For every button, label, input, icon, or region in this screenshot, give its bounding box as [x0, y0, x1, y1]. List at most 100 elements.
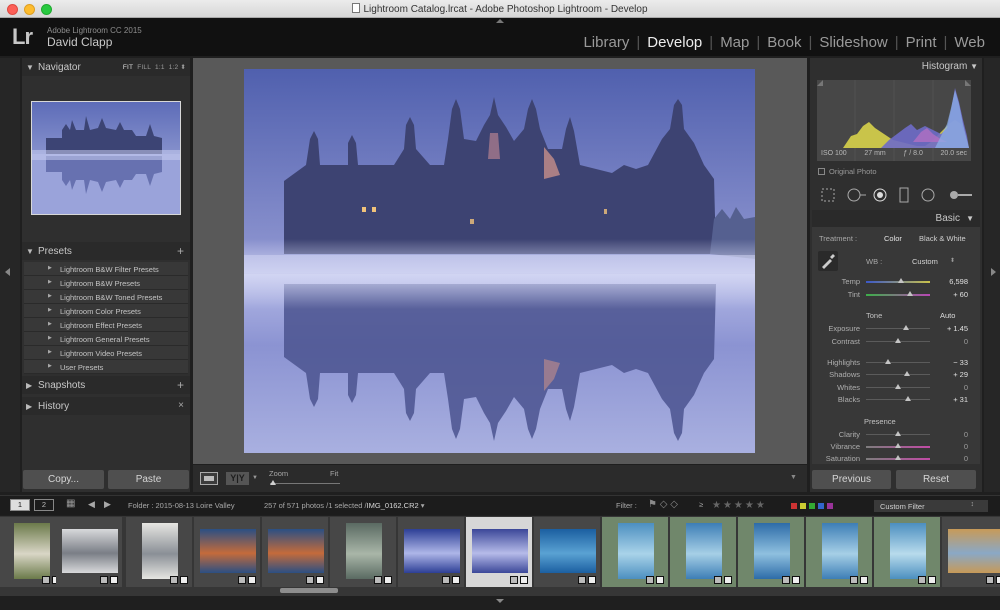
module-book[interactable]: Book [760, 34, 808, 51]
reset-button[interactable]: Reset [896, 470, 976, 489]
shadows-value[interactable]: + 29 [953, 370, 968, 379]
custom-filter-dropdown[interactable]: Custom Filter [874, 500, 988, 512]
clarity-slider-thumb[interactable] [895, 431, 901, 436]
vibrance-value[interactable]: 0 [964, 442, 968, 451]
loupe-view-icon[interactable] [200, 472, 218, 485]
before-after-dropdown-icon[interactable]: ▼ [252, 475, 258, 481]
color-label-swatch[interactable] [791, 503, 797, 509]
blacks-slider-thumb[interactable] [905, 396, 912, 401]
module-slideshow[interactable]: Slideshow [812, 34, 894, 51]
exposure-slider-thumb[interactable] [902, 325, 909, 330]
module-print[interactable]: Print [899, 34, 944, 51]
folder-source[interactable]: Folder : 2015-08-13 Loire Valley [128, 501, 235, 510]
preset-folder[interactable]: Lightroom General Presets [24, 332, 188, 346]
crop-tool-icon[interactable] [821, 188, 835, 202]
exposure-slider-track[interactable] [866, 328, 930, 329]
color-label-filter[interactable] [791, 503, 833, 509]
zoom-slider-track[interactable] [270, 483, 340, 484]
clear-history-icon[interactable]: × [178, 400, 184, 411]
wb-dropdown-arrow-icon[interactable]: ⬍ [950, 257, 955, 264]
filmstrip-thumbnail[interactable] [330, 517, 396, 587]
blacks-slider-track[interactable] [866, 399, 930, 400]
filmstrip-thumbnail[interactable] [126, 517, 192, 587]
preset-folder[interactable]: Lightroom B&W Filter Presets [24, 262, 188, 276]
preset-folder[interactable]: Lightroom B&W Toned Presets [24, 290, 188, 304]
flag-filter-icons[interactable]: ⚑ ◇ ◇ [648, 499, 678, 510]
spot-removal-icon[interactable] [847, 188, 866, 202]
zoom-slider-thumb[interactable] [270, 480, 276, 485]
module-library[interactable]: Library [576, 34, 636, 51]
filmstrip-thumbnail[interactable] [738, 517, 804, 587]
paste-button[interactable]: Paste [108, 470, 189, 489]
checkbox-icon[interactable] [818, 168, 825, 175]
color-label-swatch[interactable] [800, 503, 806, 509]
exposure-value[interactable]: + 1.45 [947, 324, 968, 333]
navigator-preview[interactable] [31, 101, 181, 215]
preset-folder[interactable]: Lightroom Effect Presets [24, 318, 188, 332]
radial-filter-icon[interactable] [921, 188, 935, 202]
rating-filter-stars[interactable]: ★★★★★ [712, 500, 767, 511]
highlights-slider-thumb[interactable] [884, 359, 891, 364]
saturation-value[interactable]: 0 [964, 454, 968, 463]
tint-slider-track[interactable] [866, 294, 930, 296]
preset-folder[interactable]: Lightroom Video Presets [24, 346, 188, 360]
filmstrip-thumbnail[interactable] [194, 517, 260, 587]
filmstrip-thumbnail[interactable] [398, 517, 464, 587]
add-preset-icon[interactable]: + [177, 244, 184, 258]
highlights-slider-track[interactable] [866, 362, 930, 363]
filmstrip-thumbnail[interactable] [874, 517, 940, 587]
color-label-swatch[interactable] [818, 503, 824, 509]
graduated-filter-icon[interactable] [899, 187, 909, 203]
histogram[interactable] [817, 80, 971, 161]
collapse-left-icon[interactable] [5, 268, 10, 276]
wb-dropdown[interactable]: Custom [912, 257, 938, 266]
color-label-swatch[interactable] [809, 503, 815, 509]
before-after-button[interactable]: Y|Y [226, 472, 249, 485]
module-web[interactable]: Web [947, 34, 992, 51]
contrast-value[interactable]: 0 [964, 337, 968, 346]
navigator-zoom-options[interactable]: FIT FILL 1:1 1:2 ⬍ [123, 63, 186, 71]
red-eye-icon[interactable] [873, 188, 887, 202]
basic-header[interactable]: Basic ▼ [812, 210, 980, 227]
filmstrip-thumbnail[interactable] [942, 517, 1000, 587]
bottom-panel-toggle-icon[interactable] [496, 599, 504, 603]
color-label-swatch[interactable] [827, 503, 833, 509]
back-arrow-icon[interactable]: ◀ [88, 499, 95, 510]
main-window-button[interactable]: 1 [10, 499, 30, 511]
histogram-header[interactable]: Histogram ▼ [922, 61, 978, 72]
clarity-value[interactable]: 0 [964, 430, 968, 439]
tint-slider-thumb[interactable] [906, 291, 913, 296]
filmstrip-thumbnail[interactable] [466, 517, 532, 587]
shadows-slider-thumb[interactable] [903, 371, 910, 376]
secondary-window-button[interactable]: 2 [34, 499, 54, 511]
filmstrip-thumbnail[interactable] [0, 517, 64, 587]
left-panel-edge[interactable] [0, 58, 20, 492]
filename-dropdown-icon[interactable]: ▾ [421, 501, 425, 510]
collapse-right-icon[interactable] [991, 268, 996, 276]
module-develop[interactable]: Develop [640, 34, 709, 51]
tint-value[interactable]: + 60 [953, 290, 968, 299]
main-photo[interactable] [244, 69, 755, 453]
presets-header[interactable]: ▼ Presets + [22, 242, 190, 260]
filmstrip-thumbnail[interactable] [602, 517, 668, 587]
history-header[interactable]: ▶ History × [22, 397, 190, 415]
treatment-color-option[interactable]: Color [884, 234, 902, 243]
previous-button[interactable]: Previous [812, 470, 891, 489]
grid-view-icon[interactable]: ▦ [66, 498, 75, 509]
filmstrip-thumbnail[interactable] [56, 517, 122, 587]
white-balance-picker-icon[interactable] [818, 251, 838, 271]
navigator-header[interactable]: ▼ Navigator FIT FILL 1:1 1:2 ⬍ [22, 58, 190, 76]
treatment-bw-option[interactable]: Black & White [919, 234, 966, 243]
filmstrip-thumbnail[interactable] [806, 517, 872, 587]
shadows-slider-track[interactable] [866, 374, 930, 375]
copy-button[interactable]: Copy... [23, 470, 104, 489]
whites-value[interactable]: 0 [964, 383, 968, 392]
original-photo-checkbox[interactable]: Original Photo [818, 167, 877, 176]
blacks-value[interactable]: + 31 [953, 395, 968, 404]
temp-value[interactable]: 6,598 [949, 277, 968, 286]
preset-folder[interactable]: Lightroom Color Presets [24, 304, 188, 318]
preset-folder[interactable]: Lightroom B&W Presets [24, 276, 188, 290]
temp-slider-thumb[interactable] [897, 278, 904, 283]
forward-arrow-icon[interactable]: ▶ [104, 499, 111, 510]
contrast-slider-thumb[interactable] [895, 338, 901, 343]
